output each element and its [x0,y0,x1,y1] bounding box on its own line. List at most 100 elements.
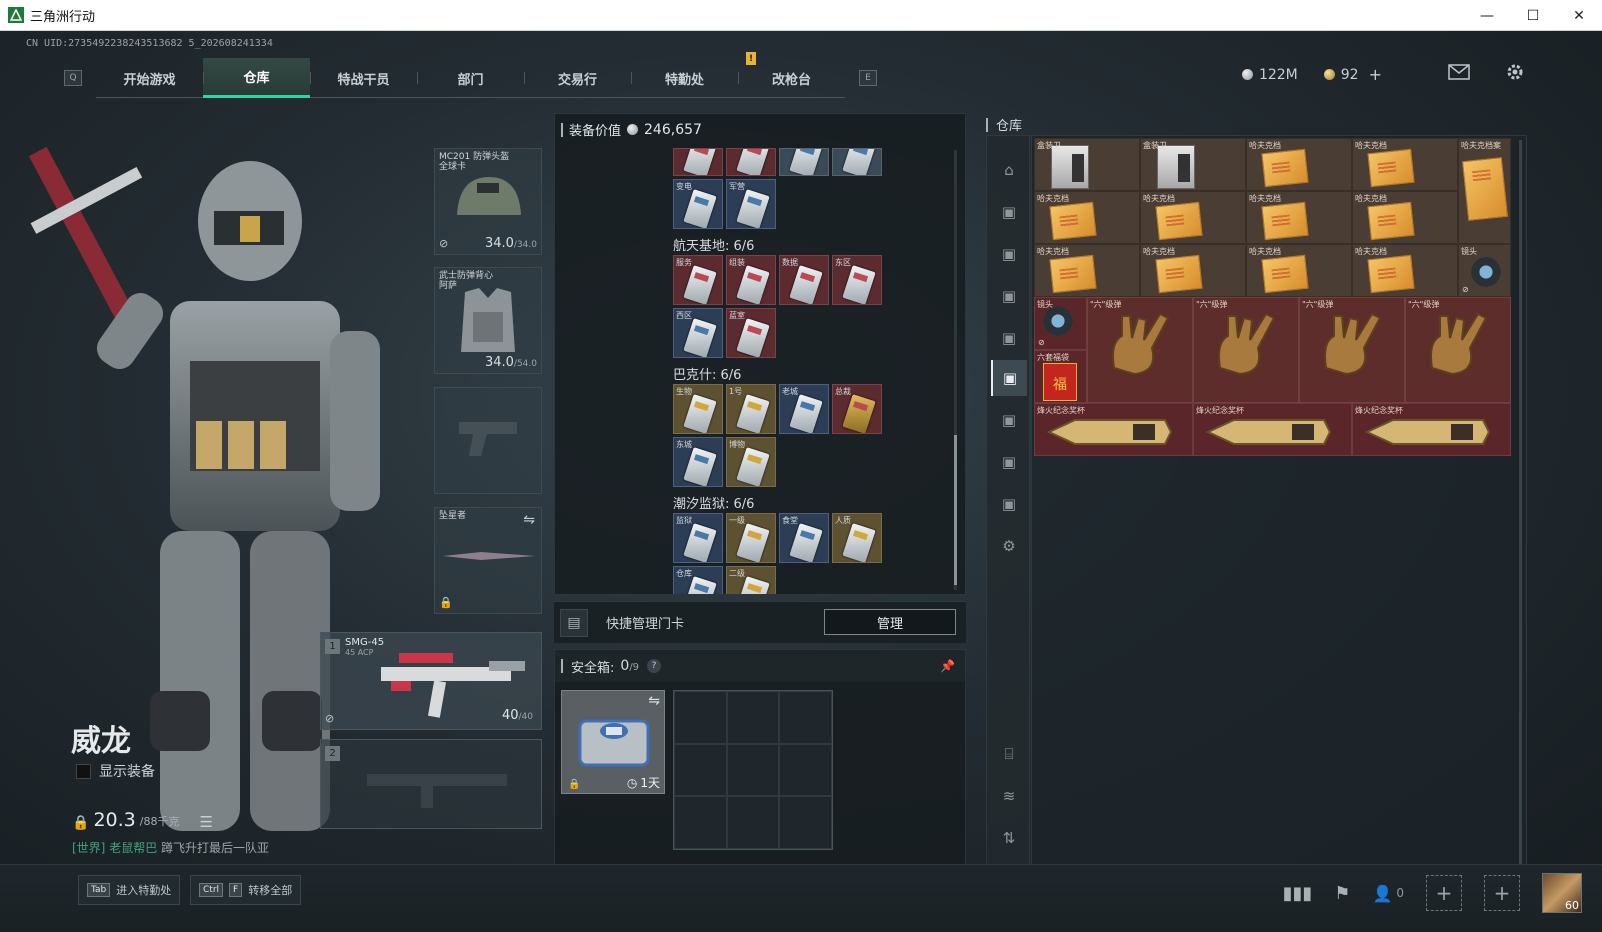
layers-icon[interactable]: ≋ [991,778,1027,814]
warehouse-item[interactable]: 哈夫克档 [1034,244,1140,297]
help-icon[interactable]: ? [647,659,662,673]
mail-icon[interactable] [1448,63,1470,81]
warehouse-item[interactable]: 六套福袋 [1034,350,1087,403]
add-teammate-slot[interactable]: + [1426,875,1462,911]
tab-start-game[interactable]: 开始游戏 [96,58,203,98]
warehouse-item[interactable]: 哈夫克档 [1246,138,1352,191]
keycard[interactable]: 总裁 [832,384,882,434]
warehouse-page-6-icon[interactable]: ▣ [991,402,1027,438]
keycard[interactable]: 人质 [832,513,882,563]
warehouse-page-1-icon[interactable]: ▣ [991,194,1027,230]
nav-next-key[interactable]: E [859,70,877,86]
gear-icon[interactable] [1504,63,1526,81]
keycard[interactable]: 东城 [673,437,723,487]
warehouse-page-4-icon[interactable]: ▣ [991,320,1027,356]
sort-icon[interactable]: ⇅ [991,820,1027,856]
keycard[interactable]: 组装 [726,255,776,305]
all-items-icon[interactable]: ⌂ [991,152,1027,188]
warehouse-scrollbar[interactable] [1519,140,1522,870]
keycard[interactable]: 蓝室 [726,308,776,358]
keycard[interactable]: 生物 [673,384,723,434]
close-button[interactable]: ✕ [1556,0,1602,31]
keycard[interactable]: 仓库 [673,566,723,594]
safe-box-item[interactable]: ⇋ 🔒 ◷ 1天 [561,690,665,794]
warehouse-page-7-icon[interactable]: ▣ [991,444,1027,480]
safe-slot[interactable] [779,691,832,744]
warehouse-item[interactable]: 烽火纪念奖杯 [1352,403,1511,456]
keycard[interactable]: 服务 [673,255,723,305]
world-chat-line[interactable]: [世界] 老鼠帮巴 蹲飞升打最后一队亚 [72,839,269,856]
warehouse-item[interactable]: 哈夫克档 [1352,244,1458,297]
swap-icon[interactable]: ⇋ [648,693,660,709]
keycard[interactable]: 变电 [673,179,723,229]
melee-slot[interactable]: 坠星者 ⇋ 🔒 [434,507,542,614]
safe-slot[interactable] [674,743,727,797]
scrollbar-thumb[interactable] [954,435,957,585]
warehouse-item[interactable]: 哈夫克档 [1140,244,1246,297]
warehouse-item[interactable]: 盒装卫 [1034,138,1140,191]
tab-trade[interactable]: 交易行 [524,58,631,98]
keycard[interactable]: 一级 [726,513,776,563]
warehouse-item[interactable]: 烽火纪念奖杯 [1034,403,1193,456]
warehouse-item[interactable]: 盒装卫 [1140,138,1246,191]
keycard[interactable]: 东区 [832,255,882,305]
pin-icon[interactable]: 📌 [940,659,955,673]
keycard[interactable]: 西区 [673,308,723,358]
tab-operators[interactable]: 特战干员 [310,58,417,98]
show-equipment-checkbox[interactable] [76,763,91,779]
keycard[interactable]: 监狱 [673,513,723,563]
stats-icon[interactable]: ▮▮▮ [1283,883,1313,904]
warehouse-page-8-icon[interactable]: ▣ [991,486,1027,522]
warehouse-page-5-icon[interactable]: ▣ [991,360,1027,396]
keycard[interactable]: 食堂 [779,513,829,563]
warehouse-item[interactable]: 哈夫克档 [1034,191,1140,244]
pistol-slot[interactable] [434,387,542,494]
gear-icon[interactable]: ⚙ [991,528,1027,564]
safe-slot[interactable] [779,796,832,849]
keycard[interactable]: 二级 [726,566,776,594]
safe-slot[interactable] [674,691,727,744]
warehouse-item[interactable]: 哈夫克档 [1246,244,1352,297]
keycard-scrollbar[interactable] [954,150,957,590]
primary-weapon-slot[interactable]: 1 SMG-45 45 ACP ⊘ 40/40 [320,632,542,730]
warehouse-item[interactable]: "六"级弹 [1087,297,1193,403]
warehouse-page-2-icon[interactable]: ▣ [991,236,1027,272]
secondary-weapon-slot[interactable]: 2 [320,739,542,829]
keycard[interactable]: 博物 [726,437,776,487]
safe-slot[interactable] [726,743,780,797]
warehouse-item[interactable]: 镜头 ⊘ [1458,244,1511,297]
warehouse-item[interactable]: "六"级弹 [1299,297,1405,403]
add-teammate-slot[interactable]: + [1484,875,1520,911]
flag-icon[interactable]: ⚑ [1334,883,1350,904]
warehouse-item[interactable]: 哈夫克档 [1352,191,1458,244]
avatar[interactable]: 60 [1542,873,1582,913]
safe-slot[interactable] [726,796,780,849]
keycard[interactable] [779,148,829,176]
warehouse-item[interactable]: 哈夫克档 [1246,191,1352,244]
warehouse-item[interactable]: 哈夫克档案 [1458,138,1511,244]
warehouse-item[interactable]: 烽火纪念奖杯 [1193,403,1352,456]
transfer-all-hint[interactable]: Ctrl F 转移全部 [190,875,302,905]
keycard[interactable]: 老城 [779,384,829,434]
nav-prev-key[interactable]: Q [64,70,82,86]
add-currency-button[interactable]: + [1369,65,1382,84]
show-equipment-toggle[interactable]: 显示装备 [76,761,155,781]
swap-icon[interactable]: ⇋ [523,512,535,528]
keycard[interactable] [673,148,723,176]
keycard[interactable] [832,148,882,176]
helmet-slot[interactable]: MC201 防弹头盔 全球卡 ⊘ 34.0/34.0 [434,148,542,255]
keycard[interactable]: 1号 [726,384,776,434]
warehouse-item[interactable]: 哈夫克档 [1140,191,1246,244]
safe-slot[interactable] [779,743,832,797]
warehouse-item[interactable]: "六"级弹 [1405,297,1511,403]
keycard[interactable]: 军营 [726,179,776,229]
maximize-button[interactable]: ☐ [1510,0,1556,31]
safe-slot[interactable] [674,796,727,849]
list-icon[interactable]: ☰ [199,813,212,831]
warehouse-item[interactable]: 镜头 ⊘ [1034,297,1087,350]
tab-warehouse[interactable]: 仓库 [203,58,310,98]
friends-button[interactable]: 👤 0 [1372,884,1404,903]
keycard[interactable]: 数据 [779,255,829,305]
storage-icon[interactable]: ⌸ [991,736,1027,772]
minimize-button[interactable]: — [1464,0,1510,31]
